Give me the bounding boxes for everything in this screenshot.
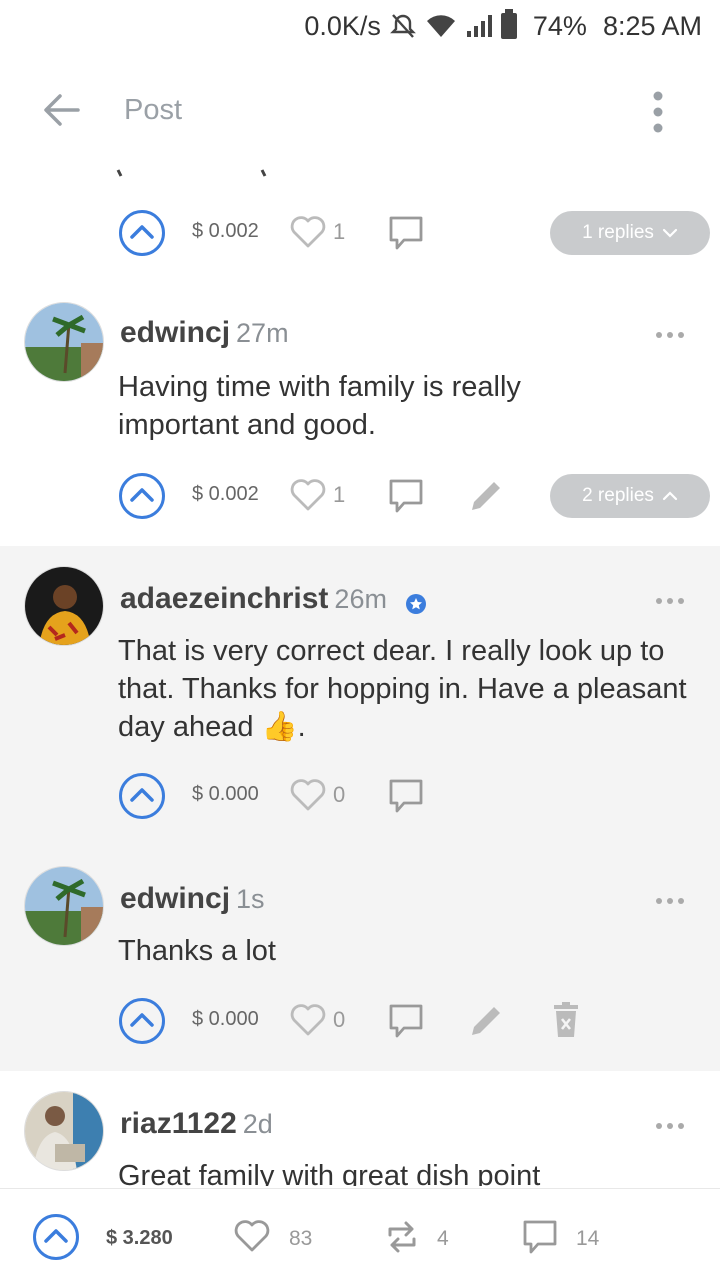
clock: 8:25 AM bbox=[602, 10, 702, 41]
reply-icon[interactable] bbox=[388, 1003, 424, 1039]
status-bar: 0.0K/s 74% 8:25 AM bbox=[0, 0, 720, 52]
comment-icon[interactable] bbox=[522, 1219, 558, 1255]
payout-amount: $ 0.000 bbox=[192, 783, 259, 805]
comment-adaezeinchrist: adaezeinchrist 26m That is very correct d… bbox=[0, 546, 720, 836]
reply-icon[interactable] bbox=[388, 478, 424, 514]
post-like-count: 83 bbox=[289, 1227, 313, 1250]
payout-amount: $ 0.002 bbox=[192, 483, 259, 505]
avatar[interactable] bbox=[24, 302, 104, 382]
net-speed: 0.0K/s bbox=[304, 10, 381, 41]
replies-toggle-button[interactable]: 1 replies bbox=[550, 211, 710, 255]
like-count: 1 bbox=[333, 482, 346, 507]
battery-level: 74% bbox=[532, 10, 587, 41]
back-arrow-icon[interactable] bbox=[42, 90, 82, 130]
comment-actions: $ 0.000 0 bbox=[0, 997, 720, 1045]
comment-edwincj-1: edwincj 27m Having time with family is re… bbox=[0, 286, 720, 546]
payout-amount: $ 0.002 bbox=[192, 220, 259, 242]
edit-pencil-icon[interactable] bbox=[468, 478, 504, 514]
payout-amount: $ 0.000 bbox=[192, 1008, 259, 1030]
heart-icon[interactable] bbox=[234, 1219, 270, 1253]
chevron-down-icon bbox=[662, 228, 678, 238]
parent-comment-actions: $ 0.002 1 1 replies bbox=[0, 209, 720, 257]
edit-pencil-icon[interactable] bbox=[468, 1003, 504, 1039]
upvote-icon[interactable] bbox=[32, 1213, 80, 1261]
comment-time: 1s bbox=[236, 884, 265, 914]
mute-icon bbox=[389, 12, 417, 40]
reply-icon[interactable] bbox=[388, 215, 424, 251]
comment-more-icon[interactable] bbox=[655, 327, 685, 338]
upvote-icon[interactable] bbox=[118, 209, 166, 257]
chevron-up-icon bbox=[662, 491, 678, 501]
comment-actions: $ 0.000 0 bbox=[0, 772, 720, 820]
heart-icon[interactable] bbox=[290, 778, 326, 812]
like-count: 0 bbox=[333, 1007, 346, 1032]
upvote-icon[interactable] bbox=[118, 997, 166, 1045]
like-count: 1 bbox=[333, 219, 346, 244]
comment-more-icon[interactable] bbox=[655, 893, 685, 904]
resteem-count: 4 bbox=[437, 1227, 449, 1250]
comment-time: 27m bbox=[236, 318, 289, 348]
reply-icon[interactable] bbox=[388, 778, 424, 814]
avatar[interactable] bbox=[24, 866, 104, 946]
battery-icon bbox=[500, 9, 517, 39]
upvote-icon[interactable] bbox=[118, 772, 166, 820]
comment-edwincj-2: edwincj 1s Thanks a lot $ 0.000 0 bbox=[0, 846, 720, 1066]
wifi-icon bbox=[425, 13, 457, 39]
signal-icon bbox=[465, 13, 493, 39]
comment-body: That is very correct dear. I really look… bbox=[118, 635, 687, 743]
upvote-icon[interactable] bbox=[118, 472, 166, 520]
comment-author[interactable]: edwincj 1s bbox=[120, 882, 265, 916]
heart-icon[interactable] bbox=[290, 1003, 326, 1037]
heart-icon[interactable] bbox=[290, 478, 326, 512]
comment-body: Having time with family is really import… bbox=[118, 371, 521, 441]
comment-author[interactable]: riaz1122 2d bbox=[120, 1107, 273, 1141]
comment-riaz1122: riaz1122 2d Great family with great dish … bbox=[0, 1071, 720, 1186]
heart-icon[interactable] bbox=[290, 215, 326, 249]
comment-time: 2d bbox=[242, 1109, 273, 1139]
like-count: 0 bbox=[333, 782, 346, 807]
verified-badge-icon bbox=[405, 589, 427, 615]
comment-count: 14 bbox=[576, 1227, 600, 1250]
post-payout: $ 3.280 bbox=[106, 1227, 173, 1249]
page-title: Post bbox=[124, 94, 183, 126]
comment-author[interactable]: adaezeinchrist 26m bbox=[120, 582, 427, 616]
avatar[interactable] bbox=[24, 566, 104, 646]
replies-label: 1 replies bbox=[582, 222, 654, 243]
clipped-text bbox=[0, 156, 720, 180]
comment-time: 26m bbox=[334, 584, 387, 614]
more-vert-icon[interactable] bbox=[646, 88, 670, 136]
delete-icon[interactable] bbox=[550, 1001, 582, 1039]
replies-label: 2 replies bbox=[582, 485, 654, 506]
comment-actions: $ 0.002 1 2 replies bbox=[0, 472, 720, 520]
avatar[interactable] bbox=[24, 1091, 104, 1171]
comment-body: Great family with great dish point bbox=[118, 1160, 541, 1186]
app-bar: Post bbox=[0, 70, 720, 154]
comment-more-icon[interactable] bbox=[655, 1118, 685, 1129]
post-action-bar: $ 3.280 83 4 14 bbox=[0, 1188, 720, 1280]
resteem-icon[interactable] bbox=[384, 1221, 420, 1253]
comment-author[interactable]: edwincj 27m bbox=[120, 316, 289, 350]
comment-more-icon[interactable] bbox=[655, 593, 685, 604]
replies-toggle-button[interactable]: 2 replies bbox=[550, 474, 710, 518]
comment-list[interactable]: $ 0.002 1 1 replies edwincj 27m Having ti… bbox=[0, 156, 720, 1186]
comment-body: Thanks a lot bbox=[118, 935, 276, 967]
replies-thread: adaezeinchrist 26m That is very correct d… bbox=[0, 546, 720, 1071]
